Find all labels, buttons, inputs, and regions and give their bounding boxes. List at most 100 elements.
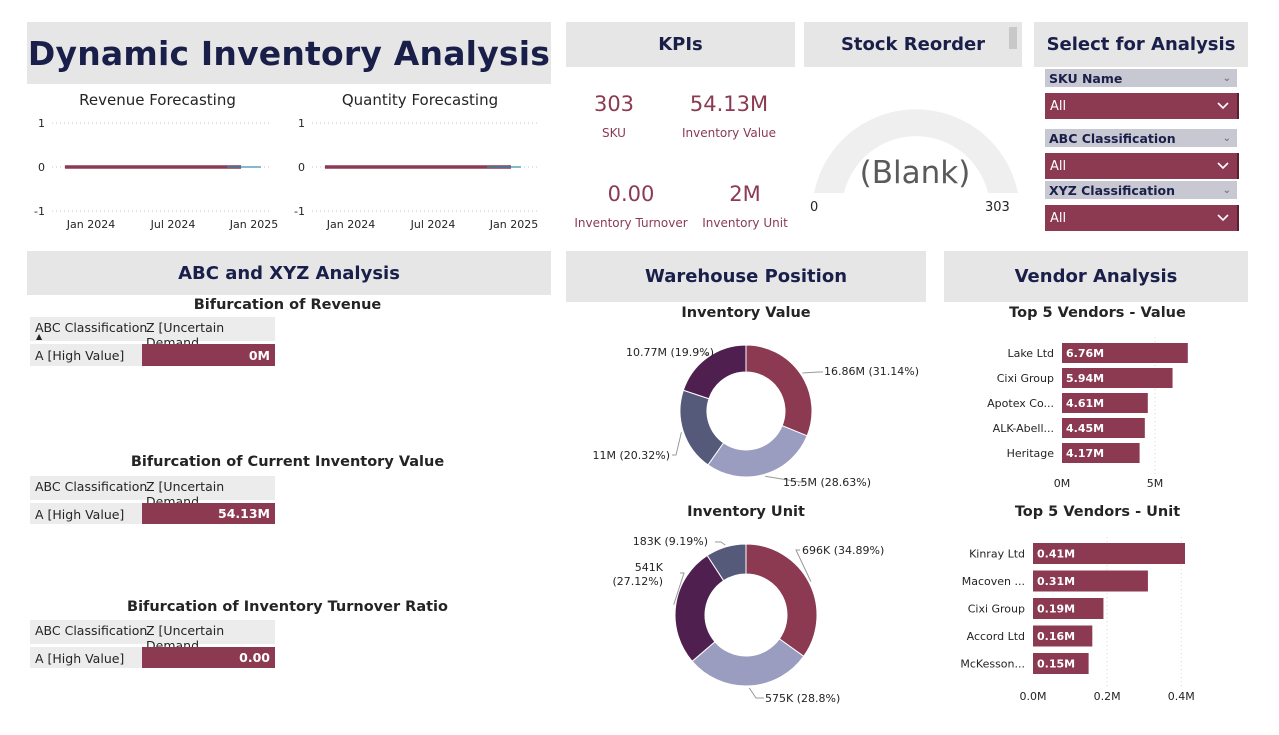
slice-label: 183K (9.19%) xyxy=(633,535,708,548)
sort-up-icon: ▲ xyxy=(36,332,43,341)
leader-line xyxy=(802,371,823,374)
vendor-value-bars: 0M 5M Lake Ltd 6.76M Cixi Group 5.94M Apotex C… xyxy=(987,337,1188,490)
x-tick-label: 0.0M xyxy=(1020,690,1047,703)
chevron-down-icon: ⌄ xyxy=(1222,184,1231,196)
gauge-value: (Blank) xyxy=(859,155,971,191)
x-tick-label: Jan 2024 xyxy=(66,218,115,231)
quantity-forecast-chart: 1 0 -1 Jan 2024 Jul 2024 Jan 2025 xyxy=(294,117,539,231)
quantity-forecast-title: Quantity Forecasting xyxy=(341,91,499,109)
category-label: Heritage xyxy=(1007,447,1055,460)
revenue-bifurcation-title: Bifurcation of Revenue xyxy=(193,297,382,313)
xyz-classification-selected: All xyxy=(1050,210,1067,226)
inventory-value-table-header: ABC Classification Z [Uncertain Demand xyxy=(30,476,275,509)
x-tick-label: Jul 2024 xyxy=(410,218,456,231)
sku-name-slicer-label: SKU Name ⌄ xyxy=(1045,69,1237,87)
y-tick-label: 0 xyxy=(298,161,305,174)
category-label: ALK-Abell... xyxy=(993,422,1054,435)
revenue-table-header: ABC Classification Z [Uncertain Demand ▲ xyxy=(30,317,275,350)
kpis-header: KPIs xyxy=(566,22,795,67)
turnover-bifurcation-title: Bifurcation of Inventory Turnover Ratio xyxy=(127,599,448,615)
slice-label: 541K xyxy=(635,561,664,574)
y-tick-label: 1 xyxy=(298,117,305,130)
category-label: Kinray Ltd xyxy=(969,548,1025,561)
y-tick-label: 1 xyxy=(38,117,45,130)
y-tick-label: -1 xyxy=(294,205,305,218)
inventory-value-donut: 16.86M (31.14%) 15.5M (28.63%) 11M (20.32%… xyxy=(592,344,919,489)
kpi-unit-label: Inventory Unit xyxy=(702,216,788,230)
abc-xyz-header: ABC and XYZ Analysis xyxy=(27,251,551,295)
vendor-value-title: Top 5 Vendors - Value xyxy=(1009,305,1186,321)
inventory-value-donut-title: Inventory Value xyxy=(681,305,811,321)
xyz-classification-dropdown[interactable]: All xyxy=(1045,205,1239,231)
warehouse-header: Warehouse Position xyxy=(566,251,926,302)
kpi-inventory-value: 54.13M xyxy=(689,92,769,116)
kpi-sku-value: 303 xyxy=(593,92,635,116)
warehouse-donut-charts: 16.86M (31.14%) 15.5M (28.63%) 11M (20.32%… xyxy=(592,344,919,705)
y-tick-label: -1 xyxy=(34,205,45,218)
bar-value-label: 0.41M xyxy=(1037,548,1075,561)
bar-value-label: 0.16M xyxy=(1037,630,1075,643)
kpi-unit-value: 2M xyxy=(729,182,761,206)
table-row-label: A [High Value] xyxy=(30,647,142,668)
revenue-forecast-title: Revenue Forecasting xyxy=(79,91,236,109)
slice-label: 10.77M (19.9%) xyxy=(626,346,714,359)
kpi-inventory-value-label: Inventory Value xyxy=(681,126,777,140)
vendor-bar-charts: 0M 5M Lake Ltd 6.76M Cixi Group 5.94M Apotex C… xyxy=(960,337,1195,703)
revenue-forecast-chart: 1 0 -1 Jan 2024 Jul 2024 Jan 2025 xyxy=(34,117,278,231)
xyz-classification-label-text: XYZ Classification xyxy=(1049,182,1176,198)
table-cell-value: 54.13M xyxy=(142,503,275,524)
bar-value-label: 0.15M xyxy=(1037,658,1075,671)
slice-label: (27.12%) xyxy=(612,575,663,588)
donut-slice xyxy=(745,344,813,437)
chevron-down-icon xyxy=(1217,162,1229,170)
inventory-unit-donut: 696K (34.89%) 575K (28.8%) 541K(27.12%) 183… xyxy=(612,535,884,705)
category-label: Cixi Group xyxy=(997,372,1054,385)
column-header[interactable]: ABC Classification xyxy=(35,623,147,638)
kpi-turnover-value: 0.00 xyxy=(607,182,655,206)
x-tick-label: 0.2M xyxy=(1094,690,1121,703)
category-label: Cixi Group xyxy=(968,603,1025,616)
leader-line xyxy=(715,541,726,546)
x-tick-label: Jan 2025 xyxy=(489,218,538,231)
slice-label: 16.86M (31.14%) xyxy=(824,365,919,378)
forecast-charts: 1 0 -1 Jan 2024 Jul 2024 Jan 2025 1 0 -1 Jan 202… xyxy=(34,117,539,231)
x-tick-label: Jan 2024 xyxy=(326,218,375,231)
dashboard-title: Dynamic Inventory Analysis xyxy=(27,22,551,84)
column-header[interactable]: ABC Classification xyxy=(35,479,147,494)
column-header[interactable]: ABC Classification xyxy=(35,320,147,335)
abc-classification-dropdown[interactable]: All xyxy=(1045,153,1239,179)
gauge-max: 303 xyxy=(985,200,1010,215)
x-tick-label: 5M xyxy=(1147,477,1164,490)
kpi-turnover-label: Inventory Turnover xyxy=(574,216,688,230)
gauge-min: 0 xyxy=(810,200,819,215)
x-tick-label: Jul 2024 xyxy=(150,218,196,231)
chevron-down-icon: ⌄ xyxy=(1222,132,1231,144)
abc-classification-selected: All xyxy=(1050,158,1067,174)
bar-value-label: 0.19M xyxy=(1037,603,1075,616)
sku-name-dropdown[interactable]: All xyxy=(1045,93,1239,119)
donut-slice xyxy=(745,543,818,658)
chevron-down-icon: ⌄ xyxy=(1222,72,1231,84)
turnover-table-header: ABC Classification Z [Uncertain Demand xyxy=(30,620,275,653)
sku-name-label-text: SKU Name xyxy=(1049,70,1123,86)
table-row-label: A [High Value] xyxy=(30,503,142,524)
kpi-sku-label: SKU xyxy=(602,126,626,140)
chevron-down-icon xyxy=(1217,214,1229,222)
chevron-down-icon xyxy=(1217,102,1229,110)
slice-label: 696K (34.89%) xyxy=(802,544,884,557)
table-cell-value: 0.00 xyxy=(142,647,275,668)
category-label: Lake Ltd xyxy=(1007,347,1054,360)
category-label: Macoven ... xyxy=(962,575,1025,588)
x-tick-label: 0M xyxy=(1054,477,1071,490)
stock-reorder-scrollbar[interactable] xyxy=(1009,27,1017,49)
category-label: McKesson... xyxy=(960,658,1025,671)
y-tick-label: 0 xyxy=(38,161,45,174)
vendor-unit-bars: 0.0M 0.2M 0.4M Kinray Ltd 0.41M Macoven ... 0.… xyxy=(960,537,1195,703)
slice-label: 575K (28.8%) xyxy=(765,692,840,705)
xyz-classification-slicer-label: XYZ Classification ⌄ xyxy=(1045,181,1237,199)
category-label: Accord Ltd xyxy=(967,630,1025,643)
stock-reorder-header: Stock Reorder xyxy=(804,22,1022,67)
inventory-value-bifurcation-title: Bifurcation of Current Inventory Value xyxy=(130,454,445,470)
bar-value-label: 4.45M xyxy=(1066,422,1104,435)
x-tick-label: Jan 2025 xyxy=(229,218,278,231)
